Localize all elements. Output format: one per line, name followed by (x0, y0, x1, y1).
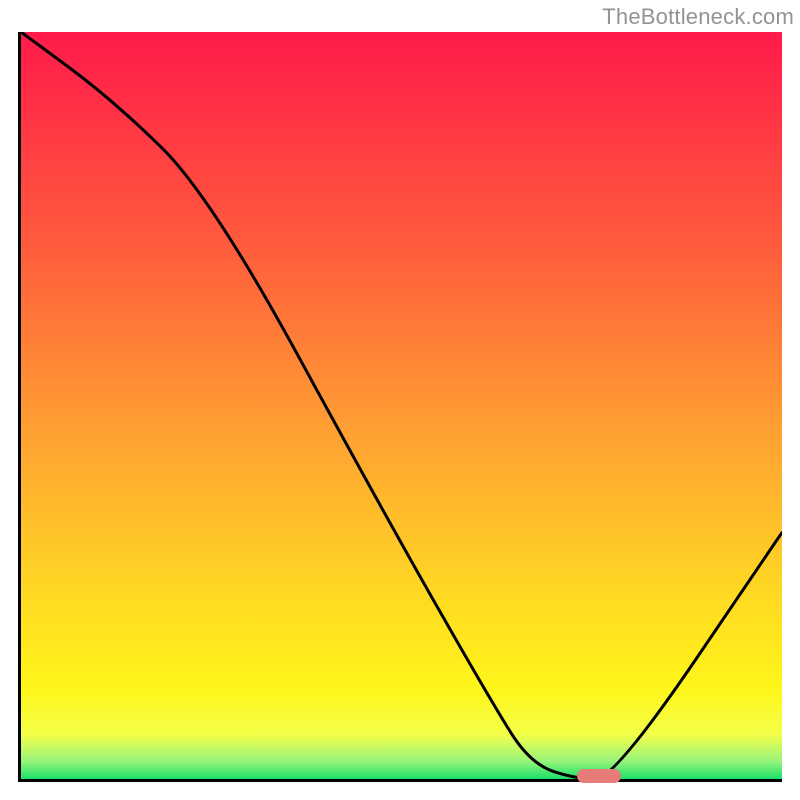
optimal-range-marker (577, 769, 621, 783)
axes-frame (18, 32, 782, 782)
watermark-text: TheBottleneck.com (602, 4, 794, 30)
